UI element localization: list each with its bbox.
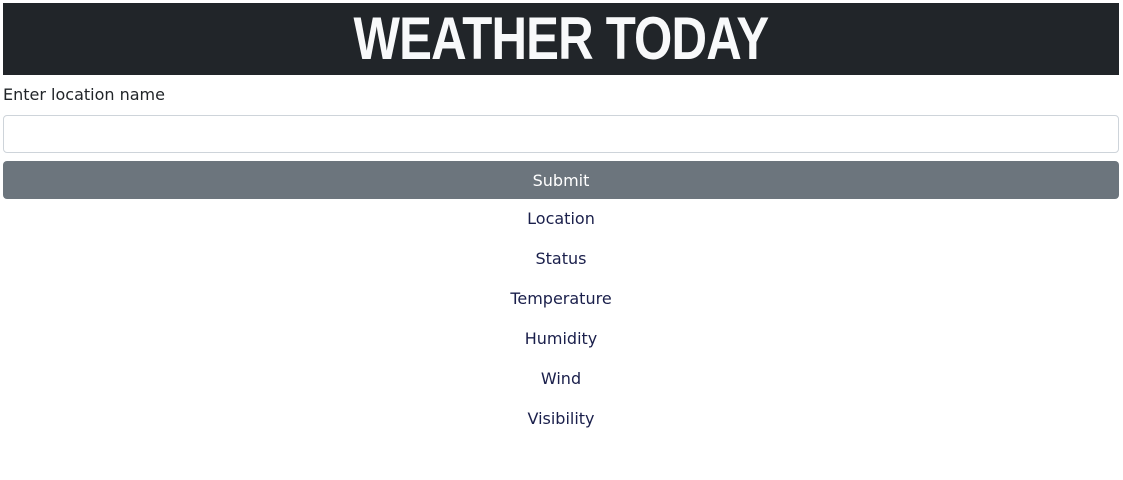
- location-form: Enter location name Submit: [3, 85, 1119, 199]
- page-header: WEATHER TODAY: [3, 3, 1119, 75]
- humidity-result: Humidity: [524, 329, 598, 348]
- visibility-result: Visibility: [527, 409, 595, 428]
- weather-results: Location Status Temperature Humidity Win…: [3, 199, 1119, 439]
- location-label: Enter location name: [3, 85, 165, 104]
- submit-button[interactable]: Submit: [3, 161, 1119, 199]
- status-result: Status: [535, 249, 587, 268]
- wind-result: Wind: [540, 369, 582, 388]
- app-container: WEATHER TODAY Enter location name Submit…: [3, 3, 1119, 439]
- location-input[interactable]: [3, 115, 1119, 153]
- page-title: WEATHER TODAY: [353, 5, 770, 72]
- temperature-result: Temperature: [510, 289, 612, 308]
- location-result: Location: [527, 209, 595, 228]
